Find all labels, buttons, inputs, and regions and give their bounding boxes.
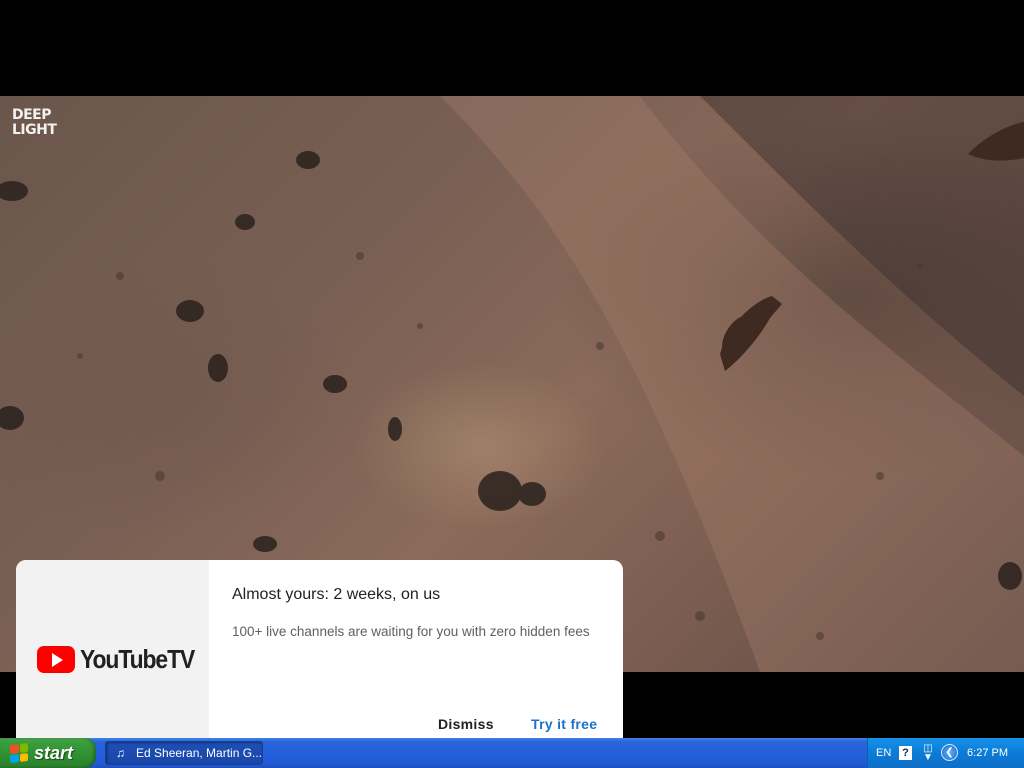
dismiss-button[interactable]: Dismiss — [438, 716, 494, 732]
watermark-line-2: LIGHT — [12, 122, 57, 138]
youtube-tv-promo-card: YouTubeTV Almost yours: 2 weeks, on us 1… — [16, 560, 623, 740]
clock: 6:27 PM — [967, 747, 1008, 759]
start-button[interactable]: start — [0, 738, 96, 768]
channel-watermark: DEEP LIGHT — [12, 107, 57, 138]
taskbar: start ♫ Ed Sheeran, Martin G... EN ? ◫ ▼ … — [0, 738, 1024, 768]
network-icon[interactable]: ◫ ▼ — [922, 744, 934, 763]
promo-subtext: 100+ live channels are waiting for you w… — [232, 624, 590, 639]
language-indicator[interactable]: EN — [876, 747, 891, 759]
help-icon[interactable]: ? — [899, 746, 912, 760]
start-label: start — [34, 742, 74, 763]
window-button-label: Ed Sheeran, Martin G... — [136, 746, 262, 760]
try-it-free-button[interactable]: Try it free — [531, 716, 597, 732]
promo-headline: Almost yours: 2 weeks, on us — [232, 586, 441, 603]
youtube-play-icon — [37, 646, 75, 673]
watermark-line-1: DEEP — [12, 107, 52, 123]
brand-wordmark: YouTubeTV — [80, 644, 195, 674]
system-tray: EN ? ◫ ▼ ❮ 6:27 PM — [867, 738, 1024, 768]
logo-pane: YouTubeTV — [16, 560, 209, 740]
show-hidden-icons-chevron-icon[interactable]: ❮ — [941, 744, 958, 761]
youtube-tv-logo: YouTubeTV — [37, 644, 210, 675]
taskbar-window-button[interactable]: ♫ Ed Sheeran, Martin G... — [105, 741, 263, 765]
media-player-icon: ♫ — [116, 746, 125, 760]
windows-logo-icon — [10, 743, 28, 763]
